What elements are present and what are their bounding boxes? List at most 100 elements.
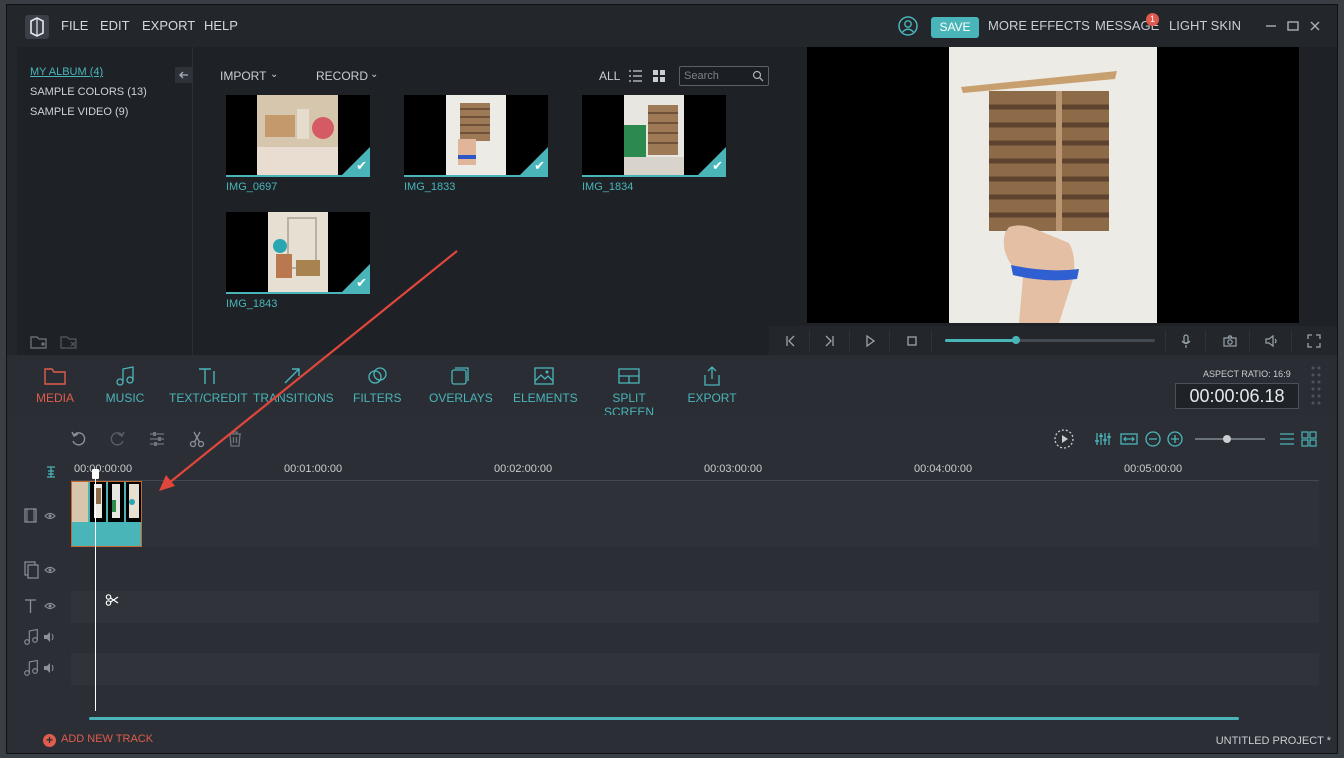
zoom-slider-knob[interactable] xyxy=(1222,435,1231,443)
tool-filters[interactable]: FILTERS xyxy=(353,365,401,405)
light-skin-link[interactable]: LIGHT SKIN xyxy=(1169,5,1241,47)
collapse-arrow-icon[interactable] xyxy=(175,67,193,83)
record-chevron-icon[interactable]: ⌄ xyxy=(370,69,378,80)
export-icon xyxy=(700,365,724,387)
message-link[interactable]: MESSAGE xyxy=(1095,5,1159,47)
thumbnail-image xyxy=(257,95,338,175)
album-my-album[interactable]: MY ALBUM (4) xyxy=(30,66,103,78)
close-icon[interactable] xyxy=(1307,18,1323,34)
delete-folder-icon[interactable] xyxy=(59,334,79,350)
album-sample-video[interactable]: SAMPLE VIDEO (9) xyxy=(30,106,128,118)
zoom-slider[interactable] xyxy=(1195,435,1265,443)
check-icon: ✔ xyxy=(356,158,367,173)
playhead[interactable] xyxy=(95,473,96,711)
media-label: IMG_1833 xyxy=(404,181,456,193)
timeline-scrollbar[interactable] xyxy=(89,717,1239,720)
text-track-header xyxy=(23,597,59,615)
preview-progress-slider[interactable] xyxy=(945,336,1155,344)
redo-icon[interactable] xyxy=(107,429,127,449)
menu-help[interactable]: HELP xyxy=(204,5,238,47)
tick-label: 00:03:00:00 xyxy=(704,463,763,475)
list-layout-icon[interactable] xyxy=(1277,429,1297,449)
album-sample-colors[interactable]: SAMPLE COLORS (13) xyxy=(30,86,147,98)
more-effects-link[interactable]: MORE EFFECTS xyxy=(988,5,1090,47)
album-list: MY ALBUM (4) SAMPLE COLORS (13) SAMPLE V… xyxy=(17,47,193,355)
preview-screen xyxy=(807,47,1299,323)
render-icon[interactable] xyxy=(1053,428,1075,450)
list-view-icon[interactable] xyxy=(628,69,643,83)
filter-all[interactable]: ALL xyxy=(599,69,620,83)
microphone-icon[interactable] xyxy=(1177,332,1195,350)
timeline-panel: 00:00:00:00 00:01:00:00 00:02:00:00 00:0… xyxy=(7,415,1337,753)
preview-panel xyxy=(769,47,1337,355)
minimize-icon[interactable] xyxy=(1263,18,1279,34)
text-track[interactable] xyxy=(71,591,1319,623)
fit-timeline-icon[interactable] xyxy=(1119,429,1139,449)
snap-marker-icon[interactable] xyxy=(45,465,57,479)
music-track-2[interactable] xyxy=(71,653,1319,685)
record-dropdown[interactable]: RECORD xyxy=(316,69,368,83)
search-placeholder: Search xyxy=(684,70,719,82)
account-icon[interactable] xyxy=(898,16,918,36)
cut-icon[interactable] xyxy=(187,429,207,449)
previous-frame-icon[interactable] xyxy=(781,332,799,350)
zoom-out-icon[interactable] xyxy=(1143,429,1163,449)
app-window: FILE EDIT EXPORT HELP SAVE MORE EFFECTS … xyxy=(6,4,1338,754)
elements-icon xyxy=(532,365,556,387)
media-thumb-img1843[interactable]: ✔ xyxy=(226,212,370,294)
import-dropdown[interactable]: IMPORT xyxy=(220,69,266,83)
play-icon[interactable] xyxy=(861,332,879,350)
tool-text-credit[interactable]: TEXT/CREDIT xyxy=(169,365,248,405)
audio-mixer-icon[interactable] xyxy=(1093,429,1113,449)
undo-icon[interactable] xyxy=(69,429,89,449)
preview-progress-knob[interactable] xyxy=(1012,336,1021,344)
video-track[interactable] xyxy=(71,481,1319,547)
media-folder-icon xyxy=(43,365,67,387)
next-frame-icon[interactable] xyxy=(821,332,839,350)
menu-file[interactable]: FILE xyxy=(61,5,88,47)
pip-track-header xyxy=(23,561,59,579)
tick-label: 00:00:00:00 xyxy=(74,463,133,475)
thumbnail-image xyxy=(446,95,506,175)
stop-icon[interactable] xyxy=(903,332,921,350)
import-chevron-icon[interactable]: ⌄ xyxy=(270,69,278,80)
aspect-ratio-label[interactable]: ASPECT RATIO: 16:9 xyxy=(1203,369,1291,379)
menu-export[interactable]: EXPORT xyxy=(142,5,195,47)
search-input[interactable]: Search xyxy=(679,66,769,86)
search-icon[interactable] xyxy=(752,70,764,82)
volume-icon[interactable] xyxy=(1263,332,1281,350)
adjust-icon[interactable] xyxy=(147,429,167,449)
music-track-1[interactable] xyxy=(71,623,1319,653)
tool-overlays[interactable]: OVERLAYS xyxy=(429,365,493,405)
project-name: UNTITLED PROJECT * xyxy=(1215,735,1331,747)
add-folder-icon[interactable] xyxy=(29,334,49,350)
tool-media[interactable]: MEDIA xyxy=(35,365,75,405)
pip-track[interactable] xyxy=(71,555,1319,591)
tool-transitions[interactable]: TRANSITIONS xyxy=(253,365,334,405)
save-button[interactable]: SAVE xyxy=(931,17,979,38)
menu-edit[interactable]: EDIT xyxy=(100,5,130,47)
tool-split-screen[interactable]: SPLIT SCREEN xyxy=(589,365,669,419)
main-toolbar: MEDIA MUSIC TEXT/CREDIT TRANSITIONS FILT… xyxy=(7,355,1337,419)
clip-frame xyxy=(90,482,106,522)
timeline-ruler[interactable]: 00:00:00:00 00:01:00:00 00:02:00:00 00:0… xyxy=(71,463,1319,481)
video-track-header xyxy=(23,507,59,525)
fullscreen-icon[interactable] xyxy=(1305,332,1323,350)
snapshot-icon[interactable] xyxy=(1221,332,1239,350)
panel-grip-icon[interactable] xyxy=(1310,365,1322,405)
media-thumb-img1834[interactable]: ✔ xyxy=(582,95,726,177)
tool-music[interactable]: MUSIC xyxy=(105,365,145,405)
media-thumb-img1833[interactable]: ✔ xyxy=(404,95,548,177)
tool-elements[interactable]: ELEMENTS xyxy=(513,365,578,405)
thumbnail-image xyxy=(268,212,328,292)
timeline-clip[interactable] xyxy=(71,481,142,547)
grid-view-icon[interactable] xyxy=(652,69,666,83)
zoom-in-icon[interactable] xyxy=(1165,429,1185,449)
add-new-track-button[interactable]: + ADD NEW TRACK xyxy=(43,733,153,747)
tool-export[interactable]: EXPORT xyxy=(687,365,737,405)
music-track-1-header xyxy=(23,628,59,646)
delete-icon[interactable] xyxy=(225,429,245,449)
maximize-icon[interactable] xyxy=(1285,18,1301,34)
grid-layout-icon[interactable] xyxy=(1299,429,1319,449)
media-thumb-img0697[interactable]: ✔ xyxy=(226,95,370,177)
